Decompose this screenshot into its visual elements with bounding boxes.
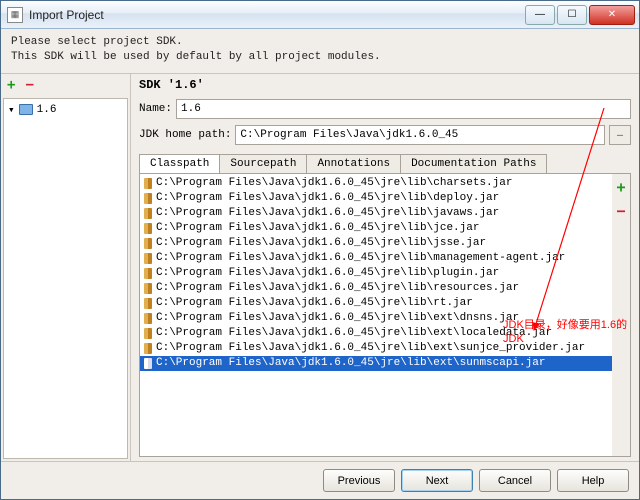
jar-icon [144,238,152,249]
classpath-row[interactable]: C:\Program Files\Java\jdk1.6.0_45\jre\li… [140,266,612,281]
add-sdk-button[interactable]: + [7,77,15,93]
jar-icon [144,178,152,189]
jar-icon [144,343,152,354]
classpath-path: C:\Program Files\Java\jdk1.6.0_45\jre\li… [156,266,499,281]
name-row: Name: [131,96,639,122]
home-input[interactable] [235,125,605,145]
sidebar: + − ▾ 1.6 [1,74,131,461]
jar-icon [144,223,152,234]
classpath-panel: C:\Program Files\Java\jdk1.6.0_45\jre\li… [139,173,631,457]
tab-classpath[interactable]: Classpath [139,154,220,173]
instruction-line-2: This SDK will be used by default by all … [11,50,629,65]
jar-icon [144,193,152,204]
classpath-path: C:\Program Files\Java\jdk1.6.0_45\jre\li… [156,236,486,251]
classpath-path: C:\Program Files\Java\jdk1.6.0_45\jre\li… [156,176,512,191]
classpath-row[interactable]: C:\Program Files\Java\jdk1.6.0_45\jre\li… [140,251,612,266]
minimize-button[interactable]: — [525,5,555,25]
jar-icon [144,313,152,324]
tab-sourcepath[interactable]: Sourcepath [219,154,307,173]
browse-button[interactable]: … [609,125,631,145]
classpath-row[interactable]: C:\Program Files\Java\jdk1.6.0_45\jre\li… [140,356,612,371]
next-button[interactable]: Next [401,469,473,492]
classpath-path: C:\Program Files\Java\jdk1.6.0_45\jre\li… [156,206,499,221]
instruction-line-1: Please select project SDK. [11,35,629,50]
classpath-path: C:\Program Files\Java\jdk1.6.0_45\jre\li… [156,326,552,341]
window-title: Import Project [29,8,525,22]
tabs: Classpath Sourcepath Annotations Documen… [139,154,631,173]
classpath-row[interactable]: C:\Program Files\Java\jdk1.6.0_45\jre\li… [140,236,612,251]
content: Please select project SDK. This SDK will… [1,29,639,499]
name-label: Name: [139,103,172,115]
classpath-row[interactable]: C:\Program Files\Java\jdk1.6.0_45\jre\li… [140,296,612,311]
sdk-tree-label: 1.6 [37,104,57,116]
classpath-path: C:\Program Files\Java\jdk1.6.0_45\jre\li… [156,356,545,371]
sdk-tree-item[interactable]: ▾ 1.6 [8,103,123,117]
classpath-path: C:\Program Files\Java\jdk1.6.0_45\jre\li… [156,251,565,266]
previous-button[interactable]: Previous [323,469,395,492]
sdk-tree[interactable]: ▾ 1.6 [3,98,128,459]
classpath-row[interactable]: C:\Program Files\Java\jdk1.6.0_45\jre\li… [140,206,612,221]
maximize-button[interactable]: ☐ [557,5,587,25]
classpath-path: C:\Program Files\Java\jdk1.6.0_45\jre\li… [156,296,473,311]
jar-icon [144,253,152,264]
instructions: Please select project SDK. This SDK will… [1,29,639,73]
footer: Previous Next Cancel Help [1,461,639,499]
classpath-row[interactable]: C:\Program Files\Java\jdk1.6.0_45\jre\li… [140,191,612,206]
classpath-row[interactable]: C:\Program Files\Java\jdk1.6.0_45\jre\li… [140,221,612,236]
titlebar[interactable]: ▦ Import Project — ☐ ✕ [1,1,639,29]
main-panel: SDK '1.6' Name: JDK home path: … Classpa… [131,74,639,461]
sidebar-toolbar: + − [1,74,130,96]
app-icon: ▦ [7,7,23,23]
jar-icon [144,358,152,369]
home-row: JDK home path: … [131,122,639,148]
jar-icon [144,268,152,279]
add-classpath-button[interactable]: + [616,178,625,196]
classpath-row[interactable]: C:\Program Files\Java\jdk1.6.0_45\jre\li… [140,281,612,296]
cancel-button[interactable]: Cancel [479,469,551,492]
classpath-path: C:\Program Files\Java\jdk1.6.0_45\jre\li… [156,191,499,206]
sdk-heading: SDK '1.6' [131,74,639,96]
jar-icon [144,283,152,294]
remove-classpath-button[interactable]: − [616,202,625,220]
help-button[interactable]: Help [557,469,629,492]
tree-expand-icon[interactable]: ▾ [8,103,15,117]
tab-documentation[interactable]: Documentation Paths [400,154,547,173]
dialog-window: ▦ Import Project — ☐ ✕ Please select pro… [0,0,640,500]
home-label: JDK home path: [139,129,231,141]
folder-icon [19,104,33,115]
remove-sdk-button[interactable]: − [25,77,33,93]
classpath-list[interactable]: C:\Program Files\Java\jdk1.6.0_45\jre\li… [140,174,612,456]
body: + − ▾ 1.6 SDK '1.6' Name: [1,73,639,461]
classpath-toolbar: + − [612,174,630,456]
classpath-path: C:\Program Files\Java\jdk1.6.0_45\jre\li… [156,221,479,236]
close-button[interactable]: ✕ [589,5,635,25]
jar-icon [144,298,152,309]
jar-icon [144,328,152,339]
classpath-path: C:\Program Files\Java\jdk1.6.0_45\jre\li… [156,281,519,296]
annotation-text: JDK目录，好像要用1.6的JDK [503,318,628,347]
tab-annotations[interactable]: Annotations [306,154,401,173]
name-input[interactable] [176,99,631,119]
classpath-path: C:\Program Files\Java\jdk1.6.0_45\jre\li… [156,311,519,326]
jar-icon [144,208,152,219]
classpath-row[interactable]: C:\Program Files\Java\jdk1.6.0_45\jre\li… [140,176,612,191]
